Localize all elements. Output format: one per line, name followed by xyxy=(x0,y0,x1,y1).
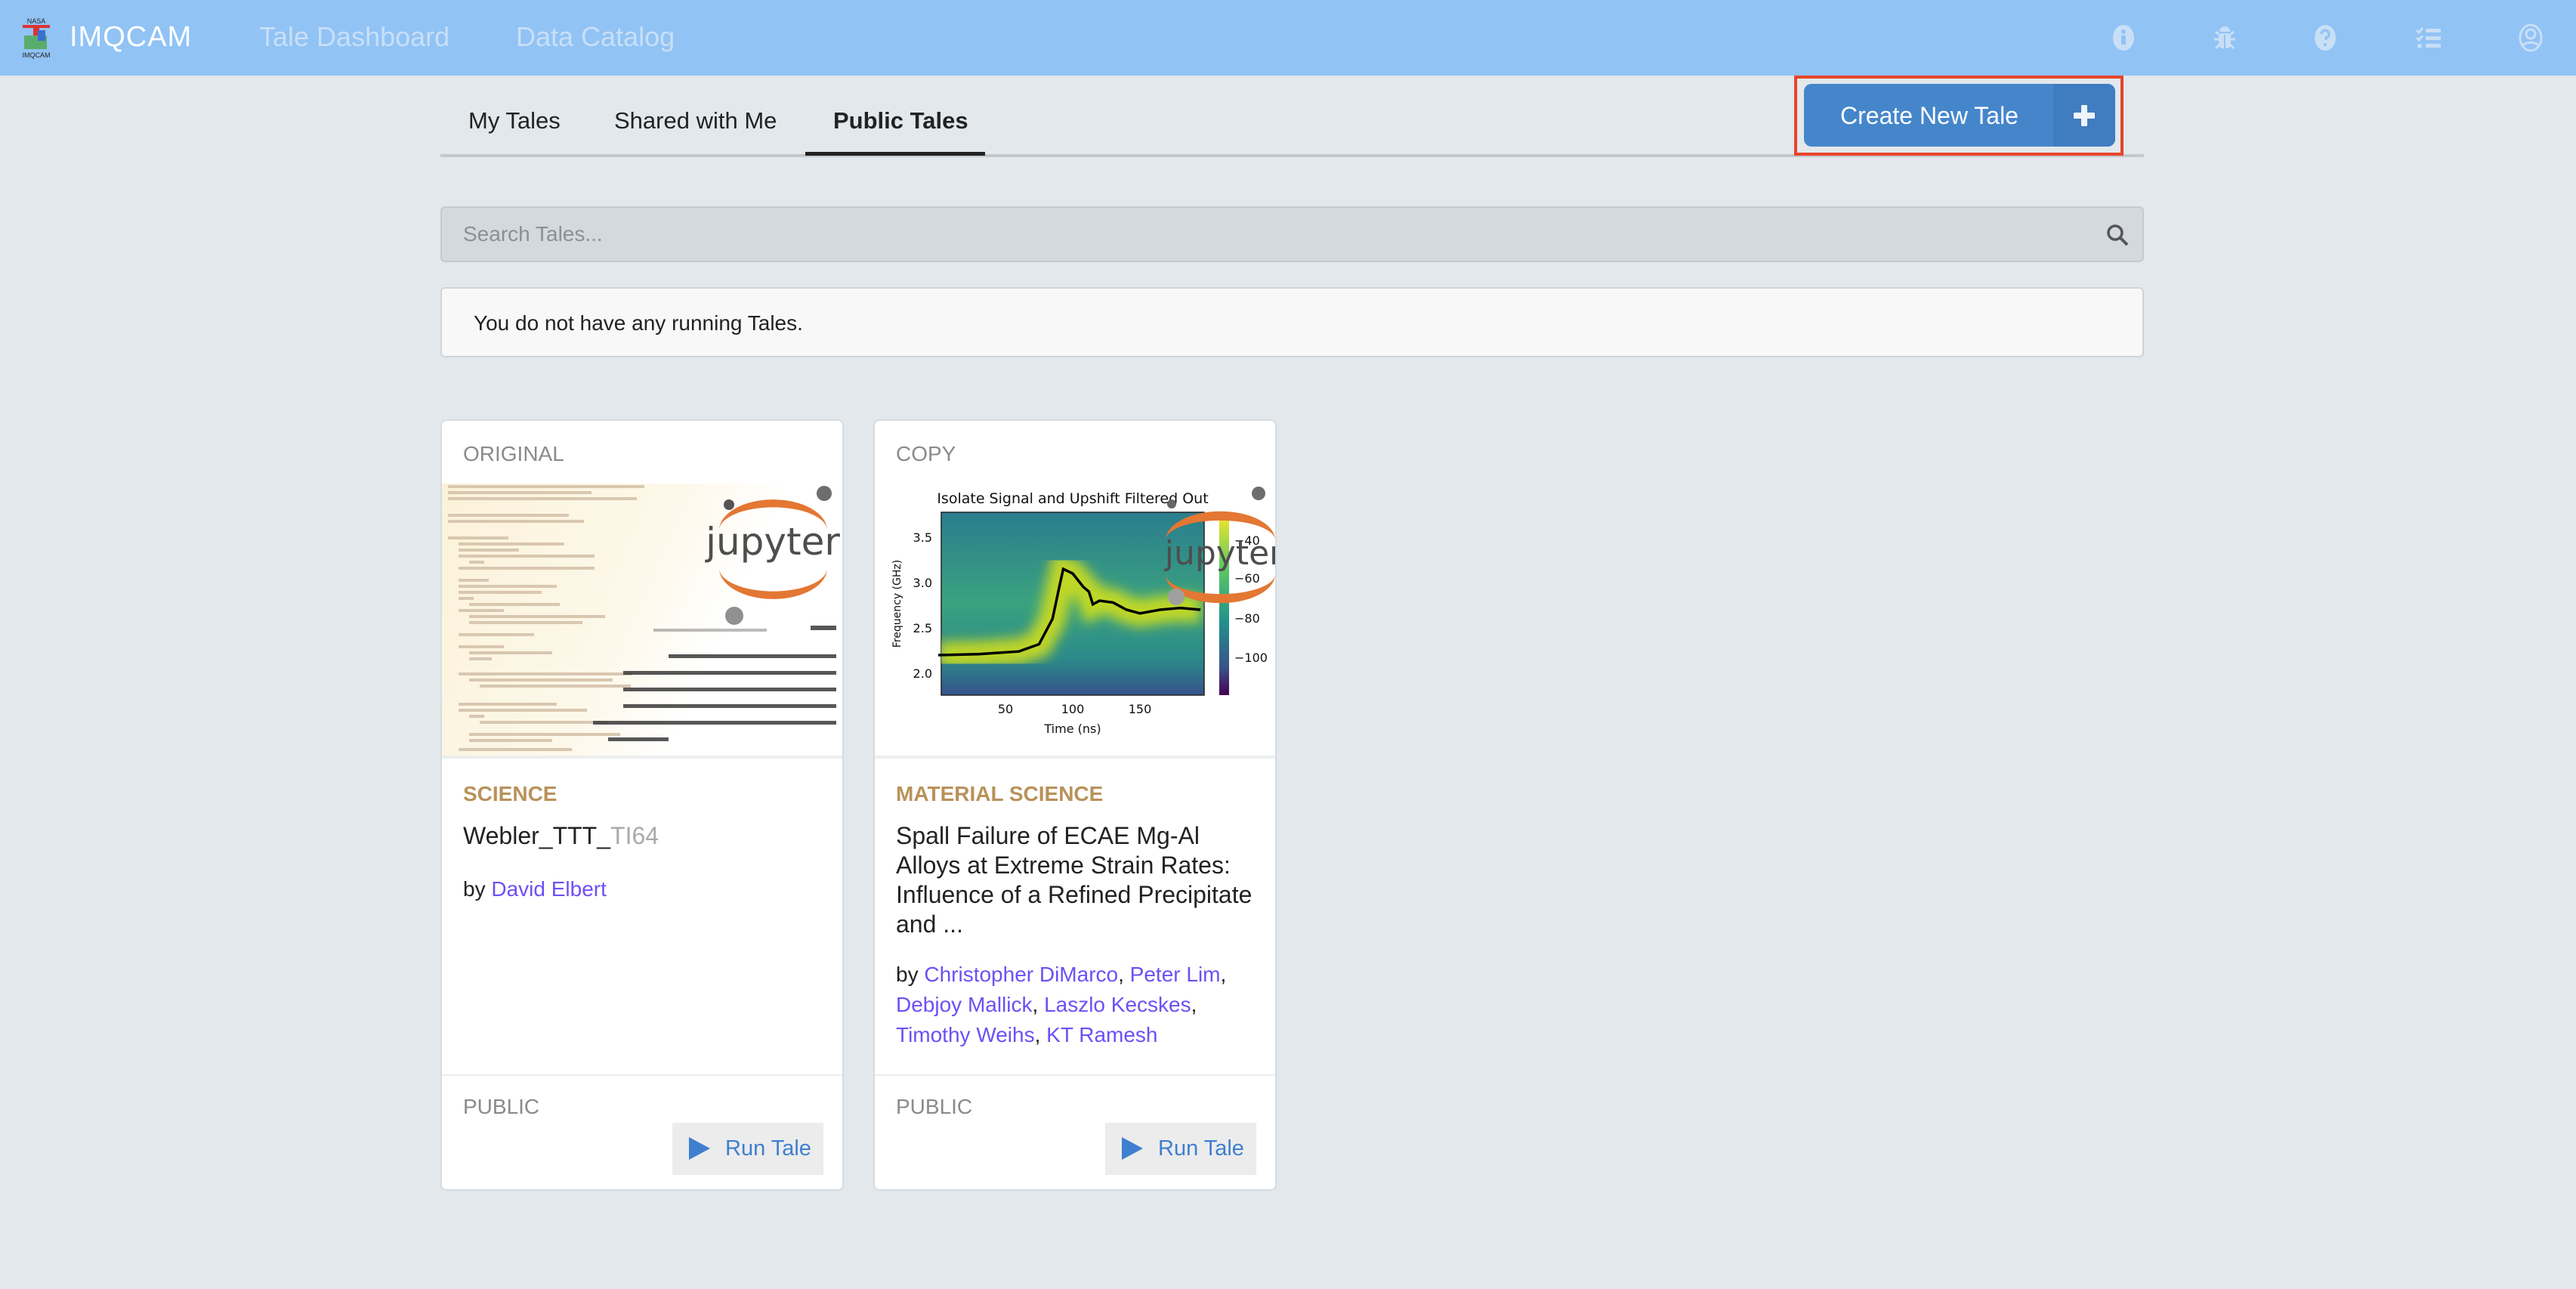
tale-authors: by David Elbert xyxy=(463,874,833,904)
tale-thumbnail[interactable]: jupyter xyxy=(442,484,844,756)
tale-visibility: PUBLIC xyxy=(463,1095,540,1118)
notice-text: You do not have any running Tales. xyxy=(474,311,803,335)
tasks-icon[interactable] xyxy=(2414,23,2444,53)
search-icon[interactable] xyxy=(2105,223,2130,247)
author-link[interactable]: Laszlo Kecskes xyxy=(1044,993,1191,1016)
tab-shared-with-me[interactable]: Shared with Me xyxy=(614,107,777,134)
tale-title-faded: TI64 xyxy=(610,822,659,849)
tab-public-tales[interactable]: Public Tales xyxy=(833,107,968,134)
y-tick-label: 2.0 xyxy=(913,666,932,681)
tale-kind: ORIGINAL xyxy=(463,442,564,465)
create-new-tale-label: Create New Tale xyxy=(1840,102,2018,129)
y-tick-label: 3.5 xyxy=(913,530,932,545)
x-tick-label: 150 xyxy=(1129,702,1152,716)
x-tick-label: 100 xyxy=(1061,702,1085,716)
run-tale-button[interactable]: Run Tale xyxy=(672,1123,823,1175)
divider xyxy=(875,1074,1275,1076)
author-link[interactable]: David Elbert xyxy=(491,877,607,901)
x-tick-label: 50 xyxy=(998,702,1013,716)
run-tale-button[interactable]: Run Tale xyxy=(1105,1123,1256,1175)
colorbar-tick-label: −60 xyxy=(1234,571,1260,586)
tale-title-text: Webler_TTT_ xyxy=(463,822,611,849)
svg-text:jupyter: jupyter xyxy=(1164,534,1277,573)
run-tale-label: Run Tale xyxy=(1158,1136,1244,1161)
active-tab-indicator xyxy=(805,152,985,156)
brand-title[interactable]: IMQCAM xyxy=(69,21,192,54)
x-axis-label: Time (ns) xyxy=(1043,722,1101,736)
author-link[interactable]: Timothy Weihs xyxy=(896,1023,1035,1046)
nav-data-catalog[interactable]: Data Catalog xyxy=(516,21,675,53)
y-axis-label: Frequency (GHz) xyxy=(891,560,903,648)
search-input[interactable] xyxy=(463,208,2049,261)
tale-kind: COPY xyxy=(896,442,956,465)
running-tales-notice: You do not have any running Tales. xyxy=(440,287,2144,357)
y-tick-label: 3.0 xyxy=(913,576,932,590)
author-link[interactable]: Christopher DiMarco xyxy=(924,963,1118,986)
colorbar-tick-label: −80 xyxy=(1234,611,1260,626)
divider xyxy=(442,756,842,759)
run-tale-label: Run Tale xyxy=(725,1136,811,1161)
svg-text:IMQCAM: IMQCAM xyxy=(23,51,51,59)
colorbar-tick-label: −100 xyxy=(1234,651,1268,665)
tale-title-text: Spall Failure of ECAE Mg-Al Alloys at Ex… xyxy=(896,822,1252,938)
tale-card: COPY Isolate Signal and Upshift Filtered… xyxy=(873,419,1277,1191)
tale-title[interactable]: Webler_TTT_TI64 xyxy=(463,821,826,851)
bug-icon[interactable] xyxy=(2210,23,2240,53)
author-link[interactable]: Debjoy Mallick xyxy=(896,993,1033,1016)
divider xyxy=(442,1074,842,1076)
by-label: by xyxy=(463,877,486,901)
tale-visibility: PUBLIC xyxy=(896,1095,973,1118)
divider xyxy=(875,756,1275,759)
imqcam-logo[interactable]: NASA IMQCAM xyxy=(17,17,56,59)
play-icon xyxy=(1122,1137,1143,1160)
tale-title[interactable]: Spall Failure of ECAE Mg-Al Alloys at Ex… xyxy=(896,821,1259,939)
play-icon xyxy=(689,1137,710,1160)
tab-my-tales[interactable]: My Tales xyxy=(468,107,561,134)
top-navbar: NASA IMQCAM IMQCAM Tale Dashboard Data C… xyxy=(0,0,2576,76)
tale-authors: by Christopher DiMarco, Peter Lim, Debjo… xyxy=(896,963,1227,1046)
nav-tale-dashboard[interactable]: Tale Dashboard xyxy=(259,21,449,53)
create-new-tale-button[interactable]: Create New Tale xyxy=(1804,84,2115,147)
search-bar xyxy=(440,206,2144,262)
tale-category: MATERIAL SCIENCE xyxy=(896,782,1104,805)
y-tick-label: 2.5 xyxy=(913,621,932,635)
author-link[interactable]: Peter Lim xyxy=(1130,963,1221,986)
help-icon[interactable] xyxy=(2310,23,2340,53)
tale-category: SCIENCE xyxy=(463,782,558,805)
info-icon[interactable] xyxy=(2108,23,2139,53)
by-label: by xyxy=(896,963,919,986)
tale-thumbnail[interactable]: Isolate Signal and Upshift Filtered Out … xyxy=(875,484,1277,756)
plus-icon[interactable] xyxy=(2053,84,2115,147)
author-link[interactable]: KT Ramesh xyxy=(1046,1023,1157,1046)
user-icon[interactable] xyxy=(2516,23,2546,53)
tale-card: ORIGINAL jupyter SCIENCE Webler_TTT_TI64… xyxy=(440,419,844,1191)
svg-text:jupyter: jupyter xyxy=(705,520,840,564)
svg-text:NASA: NASA xyxy=(27,17,46,25)
